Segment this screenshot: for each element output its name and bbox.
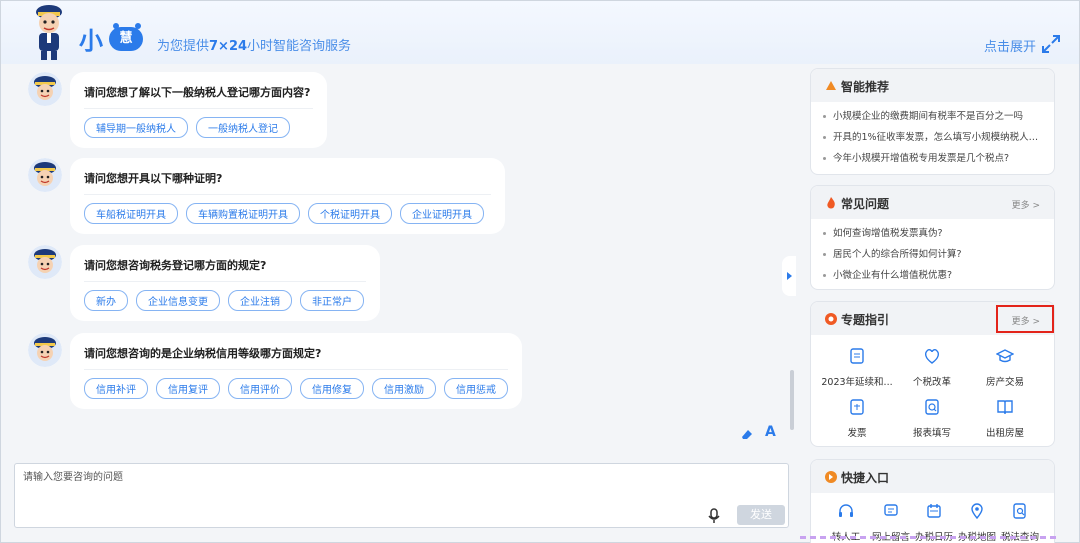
option-list: 信用补评 信用复评 信用评价 信用修复 信用激励 信用惩戒 (84, 378, 508, 399)
report-search-icon (925, 399, 939, 415)
bot-avatar (28, 158, 62, 192)
option-chip[interactable]: 新办 (84, 290, 128, 311)
expand-link[interactable]: 点击展开 (984, 36, 1036, 55)
police-avatar-icon (28, 245, 62, 279)
bot-avatar (28, 72, 62, 106)
map-pin-icon (971, 503, 983, 520)
recommend-panel: 智能推荐 小规模企业的缴费期间有税率不是百分之一吗 开具的1%征收率发票，怎么填… (810, 68, 1055, 175)
faq-header: 常见问题 更多 > (811, 186, 1054, 219)
send-button[interactable]: 发送 (737, 505, 785, 525)
topic-label: 2023年延续和... (821, 377, 893, 388)
police-avatar-icon (28, 72, 62, 106)
option-chip[interactable]: 信用激励 (372, 378, 436, 399)
graduation-cap-icon (995, 349, 1015, 363)
bot-avatar (28, 333, 62, 367)
topic-item[interactable]: 个税改革 (896, 347, 968, 388)
option-chip[interactable]: 辅导期一般纳税人 (84, 117, 188, 138)
topic-label: 发票 (847, 428, 867, 439)
arrow-right-icon (787, 272, 792, 280)
input-placeholder: 请输入您要咨询的问题 (23, 472, 123, 483)
bot-message-card: 请问您想咨询税务登记哪方面的规定? 新办 企业信息变更 企业注销 非正常户 (70, 245, 380, 321)
police-avatar-icon (28, 158, 62, 192)
option-chip[interactable]: 信用修复 (300, 378, 364, 399)
option-chip[interactable]: 企业注销 (228, 290, 292, 311)
faq-panel: 常见问题 更多 > 如何查询增值税发票真伪? 居民个人的综合所得如何计算? 小微… (810, 185, 1055, 290)
faq-item[interactable]: 小微企业有什么增值税优惠? (823, 265, 1042, 286)
faq-item[interactable]: 如何查询增值税发票真伪? (823, 223, 1042, 244)
bot-message-card: 请问您想咨询的是企业纳税信用等级哪方面规定? 信用补评 信用复评 信用评价 信用修复 信用… (70, 333, 522, 409)
quick-header: 快捷入口 (811, 460, 1054, 493)
option-chip[interactable]: 信用评价 (228, 378, 292, 399)
option-list: 车船税证明开具 车辆购置税证明开具 个税证明开具 企业证明开具 (84, 203, 491, 224)
calendar-icon (927, 504, 941, 518)
topic-item[interactable]: 房产交易 (969, 347, 1041, 388)
topic-icon (825, 313, 837, 325)
message-icon (884, 504, 898, 516)
bot-question: 请问您想咨询税务登记哪方面的规定? (84, 257, 366, 282)
heart-plus-icon (924, 349, 940, 364)
option-chip[interactable]: 企业信息变更 (136, 290, 220, 311)
recommend-title: 智能推荐 (841, 80, 890, 94)
question-input[interactable]: 请输入您要咨询的问题 (14, 463, 789, 528)
quick-entry-icon (825, 471, 837, 483)
logo-xiao: 小 (79, 27, 103, 55)
logo-hui: 慧 (107, 23, 147, 57)
topic-label: 房产交易 (985, 377, 1024, 388)
bot-question: 请问您想开具以下哪种证明? (84, 170, 491, 195)
headset-icon (839, 504, 853, 517)
police-mascot-icon (36, 5, 62, 60)
option-list: 新办 企业信息变更 企业注销 非正常户 (84, 290, 366, 311)
book-icon (997, 400, 1013, 415)
option-chip[interactable]: 信用补评 (84, 378, 148, 399)
bot-question: 请问您想咨询的是企业纳税信用等级哪方面规定? (84, 345, 508, 370)
option-list: 辅导期一般纳税人 一般纳税人登记 (84, 117, 313, 138)
faq-item[interactable]: 居民个人的综合所得如何计算? (823, 244, 1042, 265)
microphone-icon[interactable] (708, 508, 720, 524)
logo-hui-text: 慧 (109, 27, 143, 51)
fire-icon (827, 197, 835, 209)
document-icon (850, 348, 864, 364)
bot-avatar (28, 245, 62, 279)
option-chip[interactable]: 车辆购置税证明开具 (186, 203, 300, 224)
option-chip[interactable]: 非正常户 (300, 290, 364, 311)
option-chip[interactable]: 车船税证明开具 (84, 203, 178, 224)
faq-title: 常见问题 (841, 197, 890, 211)
eraser-icon[interactable] (740, 427, 754, 441)
option-chip[interactable]: 信用复评 (156, 378, 220, 399)
topic-item[interactable]: 出租房屋 (969, 398, 1041, 439)
recommend-item[interactable]: 开具的1%征收率发票，怎么填写小规模纳税人申报表 (823, 127, 1042, 148)
recommend-header: 智能推荐 (811, 69, 1054, 102)
header: 小 慧 为您提供7×24小时智能咨询服务 点击展开 (1, 1, 1079, 64)
slogan: 为您提供7×24小时智能咨询服务 (157, 39, 352, 54)
recommend-item[interactable]: 今年小规模开增值税专用发票是几个税点? (823, 148, 1042, 169)
topic-label: 出租房屋 (985, 428, 1024, 439)
option-chip[interactable]: 企业证明开具 (400, 203, 484, 224)
recommend-icon (826, 81, 836, 90)
faq-more-link[interactable]: 更多 > (1012, 198, 1040, 211)
topic-item[interactable]: 报表填写 (896, 398, 968, 439)
topic-label: 报表填写 (912, 428, 951, 439)
topic-item[interactable]: 2023年延续和... (821, 347, 893, 388)
bot-question: 请问您想了解以下一般纳税人登记哪方面内容? (84, 84, 313, 109)
quick-panel: 快捷入口 转人工 网上留言 办税日历 办税地图 税法查询 (810, 459, 1055, 543)
option-chip[interactable]: 一般纳税人登记 (196, 117, 290, 138)
font-size-icon[interactable]: A (765, 424, 776, 440)
search-doc-icon (1013, 503, 1026, 519)
chat-scrollbar[interactable] (790, 370, 794, 430)
collapse-panel-tab[interactable] (782, 256, 796, 296)
highlight-box (996, 305, 1054, 333)
topics-title: 专题指引 (841, 313, 890, 327)
invoice-icon (850, 399, 864, 415)
option-chip[interactable]: 个税证明开具 (308, 203, 392, 224)
topic-item[interactable]: 发票 (821, 398, 893, 439)
topic-label: 个税改革 (912, 377, 951, 388)
expand-icon[interactable] (1041, 34, 1061, 54)
police-avatar-icon (28, 333, 62, 367)
bot-message-card: 请问您想开具以下哪种证明? 车船税证明开具 车辆购置税证明开具 个税证明开具 企业证明开… (70, 158, 505, 234)
bot-message-card: 请问您想了解以下一般纳税人登记哪方面内容? 辅导期一般纳税人 一般纳税人登记 (70, 72, 327, 148)
option-chip[interactable]: 信用惩戒 (444, 378, 508, 399)
bottom-decoration (800, 536, 1060, 539)
recommend-item[interactable]: 小规模企业的缴费期间有税率不是百分之一吗 (823, 106, 1042, 127)
quick-title: 快捷入口 (841, 471, 890, 485)
